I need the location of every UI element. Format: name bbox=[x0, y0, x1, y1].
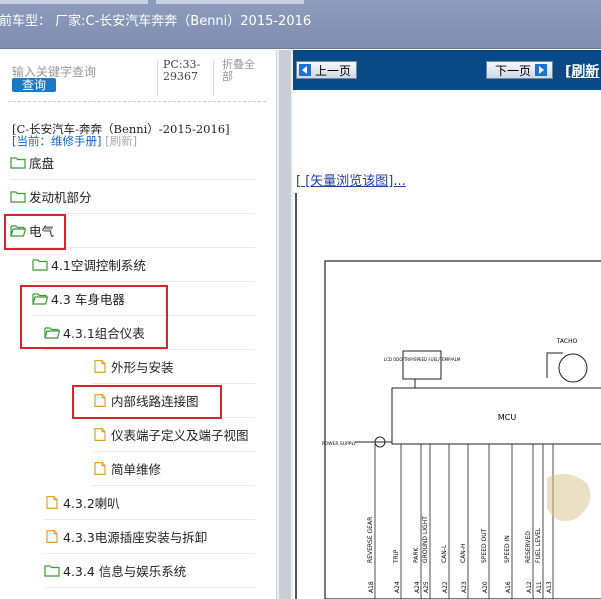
pin-label: FUEL LEVEL bbox=[535, 527, 542, 563]
pc-label: PC:33-29367 bbox=[163, 58, 201, 83]
mcu-chip-label: MCU bbox=[498, 413, 516, 422]
pin-label: SPEED IN bbox=[504, 535, 511, 563]
pin-number: A11 bbox=[536, 581, 543, 593]
tree-item-label: 发动机部分 bbox=[29, 190, 92, 205]
tree-item-label: 4.3.4 信息与娱乐系统 bbox=[63, 564, 187, 579]
arrow-left-icon bbox=[299, 64, 311, 76]
tree-item-label: 内部线路连接图 bbox=[111, 394, 199, 409]
wiring-diagram-drawing: LCD ODO/TRIP/SPEED FUEL/TEMP/ALM MCU TAC… bbox=[322, 260, 601, 599]
pin-label: CAN-L bbox=[441, 544, 448, 563]
refresh-page-link[interactable]: [刷新 bbox=[565, 61, 599, 81]
pin-number: A25 bbox=[423, 581, 430, 593]
wiring-diagram: LCD ODO/TRIP/SPEED FUEL/TEMP/ALM MCU TAC… bbox=[295, 193, 601, 599]
folder-icon bbox=[10, 190, 26, 203]
arrow-right-icon bbox=[535, 64, 548, 76]
folder-icon bbox=[32, 258, 48, 271]
power-supply-label: POWER SUPPLY bbox=[322, 441, 357, 447]
pin-label: GROUND LIGHT bbox=[422, 516, 429, 563]
tree-item[interactable]: 发动机部分 bbox=[10, 180, 255, 214]
pin-number: A13 bbox=[546, 581, 553, 593]
next-page-label: 下一页 bbox=[495, 63, 532, 78]
document-icon bbox=[44, 530, 60, 543]
folder-open-icon bbox=[44, 326, 61, 339]
tree-item-label: 4.3.2喇叭 bbox=[63, 496, 120, 511]
tree-item[interactable]: 4.3.2喇叭 bbox=[44, 486, 255, 520]
tree-item-label: 4.3.1组合仪表 bbox=[63, 326, 145, 341]
document-icon bbox=[92, 428, 108, 441]
tree-item-label: 底盘 bbox=[29, 156, 55, 171]
tab-stub bbox=[0, 0, 148, 4]
next-page-button[interactable]: 下一页 bbox=[486, 61, 554, 79]
pin-number: A22 bbox=[442, 581, 449, 593]
tree-item[interactable]: 底盘 bbox=[10, 146, 255, 180]
document-icon bbox=[92, 360, 108, 373]
document-icon bbox=[44, 496, 60, 509]
tree-item[interactable]: 仪表端子定义及端子视图 bbox=[92, 418, 255, 452]
sidebar: 输入关键字查询 查询 PC:33-29367 折叠全部 [C-长安汽车-奔奔（B… bbox=[0, 50, 276, 599]
folder-open-icon bbox=[10, 224, 27, 237]
divider bbox=[213, 60, 214, 96]
tree-item[interactable]: 内部线路连接图 bbox=[92, 384, 255, 418]
pin-group: A18 A24 A24 A25 A22 A23 A20 A16 A12 A11 A13REVERSE… bbox=[367, 444, 554, 599]
scrollbar-thumb[interactable] bbox=[279, 50, 291, 599]
pin-number: A24 bbox=[394, 581, 401, 593]
pin-number: A23 bbox=[461, 581, 468, 593]
tree-item[interactable]: 电气 bbox=[10, 214, 255, 248]
pin-label: TRIP bbox=[393, 549, 400, 564]
pin-label: PARK bbox=[413, 546, 420, 563]
tab-stub bbox=[156, 0, 304, 4]
pin-label: CAN-H bbox=[460, 544, 467, 563]
prev-page-button[interactable]: 上一页 bbox=[296, 61, 358, 79]
divider bbox=[157, 60, 158, 96]
pin-number: A20 bbox=[482, 581, 489, 593]
document-icon bbox=[92, 394, 108, 407]
pin-number: A24 bbox=[414, 581, 421, 593]
divider bbox=[8, 101, 266, 102]
tacho-label: TACHO bbox=[556, 338, 578, 345]
tree-item[interactable]: 4.3.4 信息与娱乐系统 bbox=[44, 554, 255, 588]
tree-item-label: 外形与安装 bbox=[111, 360, 174, 375]
tree-item[interactable]: 4.3.3电源插座安装与拆卸 bbox=[44, 520, 255, 554]
folder-icon bbox=[10, 156, 26, 169]
lcd-label: LCD ODO/TRIP/SPEED FUEL/TEMP/ALM bbox=[384, 357, 461, 362]
prev-page-label: 上一页 bbox=[315, 63, 352, 78]
search-button[interactable]: 查询 bbox=[12, 78, 57, 92]
pin-label: RESERVED bbox=[525, 531, 532, 563]
vector-view-link[interactable]: [ [矢量浏览该图]... bbox=[296, 170, 406, 189]
tree-item-label: 简单维修 bbox=[111, 462, 162, 477]
current-vehicle-title: 当前车型： 厂家:C-长安汽车奔奔（Benni）2015-2016 bbox=[0, 14, 312, 29]
folder-open-icon bbox=[32, 292, 49, 305]
pin-number: A18 bbox=[368, 581, 375, 593]
tree-item-label: 电气 bbox=[29, 224, 55, 239]
tree-item-label: 4.3 车身电器 bbox=[51, 292, 125, 307]
scrollbar[interactable] bbox=[276, 50, 293, 599]
tree-item-label: 4.1空调控制系统 bbox=[51, 258, 146, 273]
pin-label: SPEED OUT bbox=[481, 528, 488, 563]
page-nav-bar: 上一页 下一页 [刷新 bbox=[293, 50, 601, 90]
folder-icon bbox=[44, 564, 60, 577]
content-pane: 上一页 下一页 [刷新 [ [矢量浏览该图]... LCD ODO/TRIP/S… bbox=[293, 50, 601, 599]
tree-item[interactable]: 4.1空调控制系统 bbox=[32, 248, 255, 282]
tree-item-label: 4.3.3电源插座安装与拆卸 bbox=[63, 530, 208, 545]
tree-item[interactable]: 4.3 车身电器 bbox=[32, 282, 255, 316]
tree-item[interactable]: 外形与安装 bbox=[92, 350, 255, 384]
tree-item-label: 仪表端子定义及端子视图 bbox=[111, 428, 249, 443]
pin-label: REVERSE GEAR bbox=[367, 517, 374, 563]
title-bar: 当前车型： 厂家:C-长安汽车奔奔（Benni）2015-2016 bbox=[0, 0, 601, 49]
collapse-all-button[interactable]: 折叠全部 bbox=[222, 59, 262, 83]
pin-number: A16 bbox=[505, 581, 512, 593]
tree-item[interactable]: 4.3.1组合仪表 bbox=[44, 316, 255, 350]
tree-item[interactable]: 简单维修 bbox=[92, 452, 255, 486]
pin-number: A12 bbox=[526, 581, 533, 593]
document-icon bbox=[92, 462, 108, 475]
